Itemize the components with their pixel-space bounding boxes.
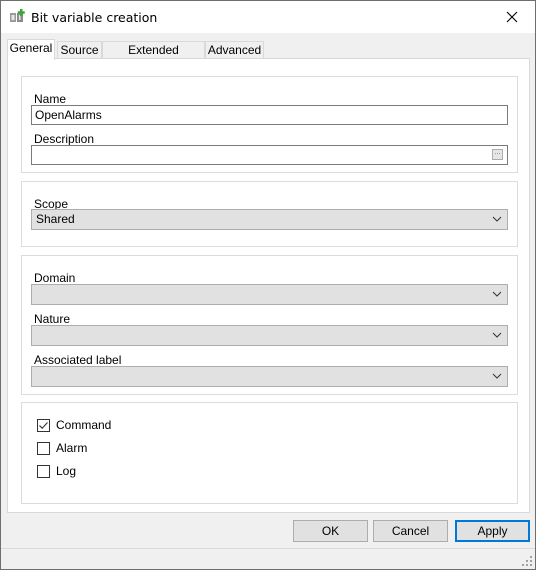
close-button[interactable]	[489, 1, 535, 33]
description-label: Description	[34, 132, 95, 146]
tab-advanced[interactable]: Advanced	[205, 41, 264, 59]
domain-select[interactable]	[31, 284, 508, 305]
chevron-down-icon	[492, 216, 502, 222]
nature-label: Nature	[34, 312, 71, 326]
chevron-down-icon	[492, 291, 502, 297]
scope-value: Shared	[36, 212, 75, 226]
chevron-down-icon	[492, 332, 502, 338]
associated-label-select[interactable]	[31, 366, 508, 387]
checkmark-icon	[39, 421, 48, 429]
tab-source[interactable]: Source	[57, 41, 102, 59]
classification-group: Domain Nature Associated label	[21, 255, 518, 395]
close-icon	[506, 11, 518, 23]
apply-button[interactable]: Apply	[455, 520, 530, 542]
name-input[interactable]: OpenAlarms	[31, 105, 508, 125]
nature-select[interactable]	[31, 325, 508, 346]
scope-select[interactable]: Shared	[31, 209, 508, 230]
domain-label: Domain	[34, 271, 76, 285]
general-tab-page: Name OpenAlarms Description ... Scope Sh…	[7, 58, 530, 513]
ok-button[interactable]: OK	[293, 520, 368, 542]
name-label: Name	[34, 92, 67, 106]
command-checkbox-row[interactable]: Command	[37, 418, 111, 432]
alarm-label: Alarm	[56, 441, 88, 455]
options-group: Command Alarm Log	[21, 402, 518, 504]
title-bar: Bit variable creation	[1, 1, 535, 33]
alarm-checkbox[interactable]	[37, 441, 50, 455]
command-label: Command	[56, 418, 112, 432]
tab-general[interactable]: General	[7, 39, 55, 60]
status-separator	[1, 548, 535, 549]
scope-group: Scope Shared	[21, 181, 518, 247]
log-checkbox[interactable]	[37, 464, 50, 478]
log-checkbox-row[interactable]: Log	[37, 464, 76, 478]
associated-label-label: Associated label	[34, 353, 122, 367]
resize-grip-icon[interactable]	[522, 556, 532, 566]
chevron-down-icon	[492, 373, 502, 379]
command-checkbox[interactable]	[37, 418, 50, 432]
alarm-checkbox-row[interactable]: Alarm	[37, 441, 87, 455]
dialog-window: Bit variable creation General Source Ext…	[0, 0, 536, 570]
identity-group: Name OpenAlarms Description ...	[21, 76, 518, 173]
tab-extended-attributes[interactable]: Extended attributes	[102, 41, 205, 74]
description-ellipsis-button[interactable]: ...	[492, 149, 503, 160]
cancel-button[interactable]: Cancel	[373, 520, 448, 542]
window-title: Bit variable creation	[31, 10, 158, 25]
description-input[interactable]: ...	[31, 145, 508, 165]
bit-variable-add-icon	[10, 9, 25, 22]
log-label: Log	[56, 464, 77, 478]
